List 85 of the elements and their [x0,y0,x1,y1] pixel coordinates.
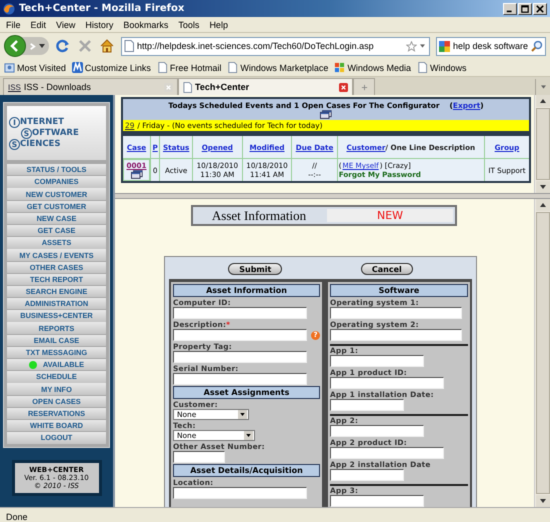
logo-word: NTERNET [20,117,64,127]
input-field[interactable] [173,351,307,363]
bookmark-link[interactable]: Windows [416,62,466,73]
bookmark-label: Free Hotmail [170,62,222,72]
scrollbar[interactable] [534,95,550,193]
page-icon [183,82,192,92]
status-text: Done [6,512,28,522]
record-status: NEW [327,209,453,222]
input-field[interactable] [330,425,424,437]
menu-item[interactable]: Bookmarks [123,20,168,30]
scrollbar[interactable] [534,199,550,507]
bookmark-label: Windows [430,62,466,72]
maximize-button[interactable] [518,2,532,14]
back-forward-control[interactable] [4,37,49,55]
input-field[interactable] [173,307,307,319]
menu-item[interactable]: History [85,20,114,30]
close-button[interactable] [533,2,547,14]
input-field[interactable] [330,329,462,341]
browser-tab[interactable]: ISS ISS - Downloads [3,78,178,95]
minimize-button[interactable] [503,2,517,14]
menu-item[interactable]: File [6,20,21,30]
address-bar[interactable]: http://helpdesk.inet-sciences.com/Tech60/DoTechLogin.asp [121,36,430,56]
star-icon[interactable] [406,40,417,52]
caret-icon[interactable] [420,44,425,48]
bookmark-link[interactable]: Most Visited [4,62,66,73]
search-icon[interactable] [531,40,543,52]
menu-item[interactable]: Help [209,20,228,30]
menu-item[interactable]: Tools [178,20,200,30]
window-icon[interactable] [130,170,142,179]
section-heading: Asset Assignments [173,386,320,399]
maximize-icon [521,4,529,12]
bookmark-label: Most Visited [17,62,66,72]
reload-icon[interactable] [56,39,70,53]
page-icon [156,62,168,73]
input-field[interactable] [173,487,307,499]
bookmark-link[interactable]: Free Hotmail [156,62,222,73]
menu-item[interactable]: Edit [30,20,46,30]
four-squares-icon [334,62,346,73]
page-icon [124,40,134,52]
letter-logo-icon [72,62,83,73]
asset-info-heading: Asset Information [210,207,308,224]
caret-icon [240,413,245,416]
input-field[interactable] [173,373,307,385]
logo-word: OFTWARE [32,128,79,138]
page-icon [416,62,428,73]
bookmark-link[interactable]: Windows Marketplace [227,62,328,73]
input-field[interactable] [330,447,444,459]
browser-tab[interactable]: Tech+Center [178,78,353,95]
cancel-button[interactable]: Cancel [360,263,413,275]
menu-item[interactable]: View [56,20,76,30]
tab-label: ISS - Downloads [24,82,92,92]
plus-icon [360,84,368,90]
search-field[interactable]: help desk software [436,36,546,56]
bookmark-label: Windows Marketplace [240,62,328,72]
input-field[interactable] [173,329,307,341]
window-icon[interactable] [320,110,332,119]
bookmark-link[interactable]: Customize Links [72,62,151,73]
submit-button[interactable]: Submit [228,263,282,275]
close-icon[interactable] [339,82,348,92]
home-icon[interactable] [100,39,114,53]
logo-word: CIENCES [20,139,60,149]
bookmark-label: Customize Links [84,62,151,72]
input-field[interactable] [330,355,424,367]
search-engine-icon[interactable] [439,40,450,52]
folder-icon [4,62,15,73]
input-field[interactable] [330,377,444,389]
input-field[interactable] [330,469,404,481]
close-icon [536,4,544,12]
site-icon: ISS [8,82,21,92]
input-field[interactable] [173,451,225,463]
window-title: Tech+Center - Mozilla Firefox [19,3,186,14]
tab-label: Tech+Center [195,82,250,92]
page-icon [227,62,238,73]
section-heading: Asset Details/Acquisition [173,464,320,477]
bookmark-link[interactable]: Windows Media [334,62,411,73]
browser-logo-icon [3,2,15,14]
input-field[interactable] [330,495,424,507]
caret-icon [246,434,251,437]
input-field[interactable] [330,399,404,411]
bookmark-label: Windows Media [347,62,411,72]
caret-icon [540,85,546,89]
section-heading: Asset Information [173,284,320,297]
input-field[interactable] [330,307,462,319]
section-heading: Software [330,284,468,297]
caret-icon[interactable] [39,44,45,48]
